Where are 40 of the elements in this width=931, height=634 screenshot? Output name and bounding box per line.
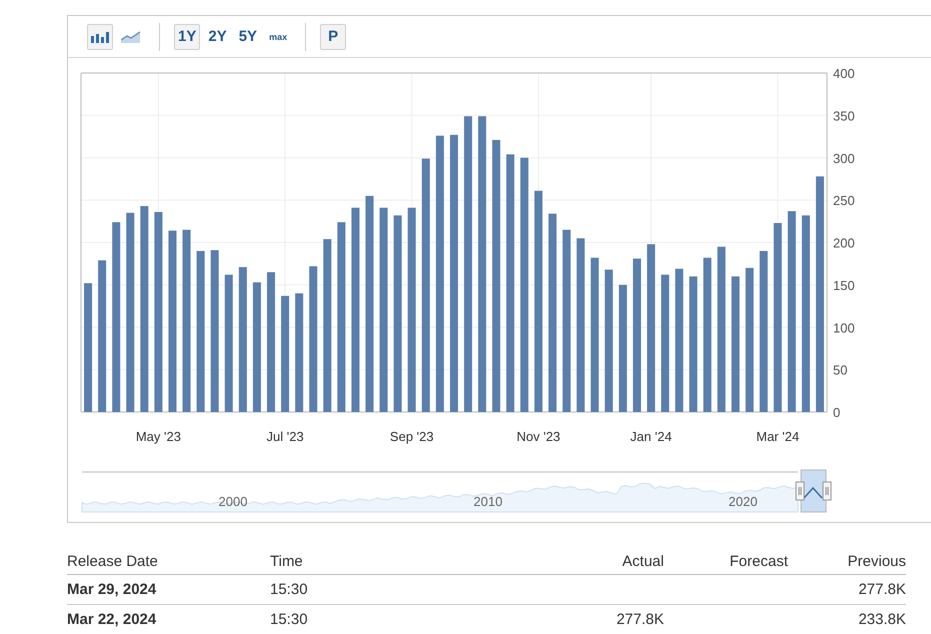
- axis-label: 200: [833, 236, 855, 250]
- range-button[interactable]: 1Y: [174, 24, 200, 50]
- axis-label: 100: [833, 320, 855, 336]
- area-chart-icon: [121, 30, 141, 42]
- axis-label: Jan '24: [630, 429, 672, 444]
- chart-type-button[interactable]: [87, 24, 113, 50]
- column-header: Actual: [621, 552, 664, 570]
- column-header: Forecast: [728, 552, 788, 570]
- table-cell-text: Mar 22, 2024: [67, 611, 158, 628]
- column-header: Previous: [846, 552, 906, 570]
- handle-icon[interactable]: [822, 482, 832, 500]
- table-cell-text: 277.8K: [857, 581, 906, 598]
- axis-label: May '23: [136, 429, 181, 444]
- table-cell-text: 233.8K: [857, 611, 906, 628]
- axis-label: 150: [833, 278, 855, 293]
- table-cell-text: 277.8K: [615, 611, 664, 628]
- table-cell-text: 15:30: [270, 611, 309, 628]
- range-button[interactable]: max: [265, 24, 292, 50]
- p-button[interactable]: P: [320, 24, 346, 50]
- axis-label: 2020: [728, 494, 758, 509]
- handle-icon[interactable]: [796, 482, 804, 500]
- axis-label: 50: [833, 362, 848, 378]
- axis-label: Sep '23: [390, 429, 434, 444]
- column-header: Time: [270, 552, 304, 570]
- axis-label: Nov '23: [516, 429, 560, 444]
- axis-label: 350: [833, 108, 855, 124]
- axis-label: 400: [833, 66, 855, 81]
- axis-label: 300: [833, 150, 855, 166]
- table-cell-text: Mar 29, 2024: [67, 581, 158, 598]
- range-button[interactable]: 5Y: [234, 24, 262, 50]
- axis-label: 250: [833, 193, 855, 208]
- column-header: Release Date: [67, 552, 159, 570]
- bar-chart-icon: [91, 30, 109, 42]
- axis-label: 0: [833, 405, 840, 420]
- axis-label: Jul '23: [266, 429, 304, 444]
- table-cell-text: 15:30: [270, 581, 309, 598]
- range-button[interactable]: 2Y: [204, 24, 231, 50]
- axis-label: Mar '24: [756, 429, 800, 444]
- axis-label: 2010: [474, 494, 502, 509]
- axis-label: 2000: [218, 494, 248, 509]
